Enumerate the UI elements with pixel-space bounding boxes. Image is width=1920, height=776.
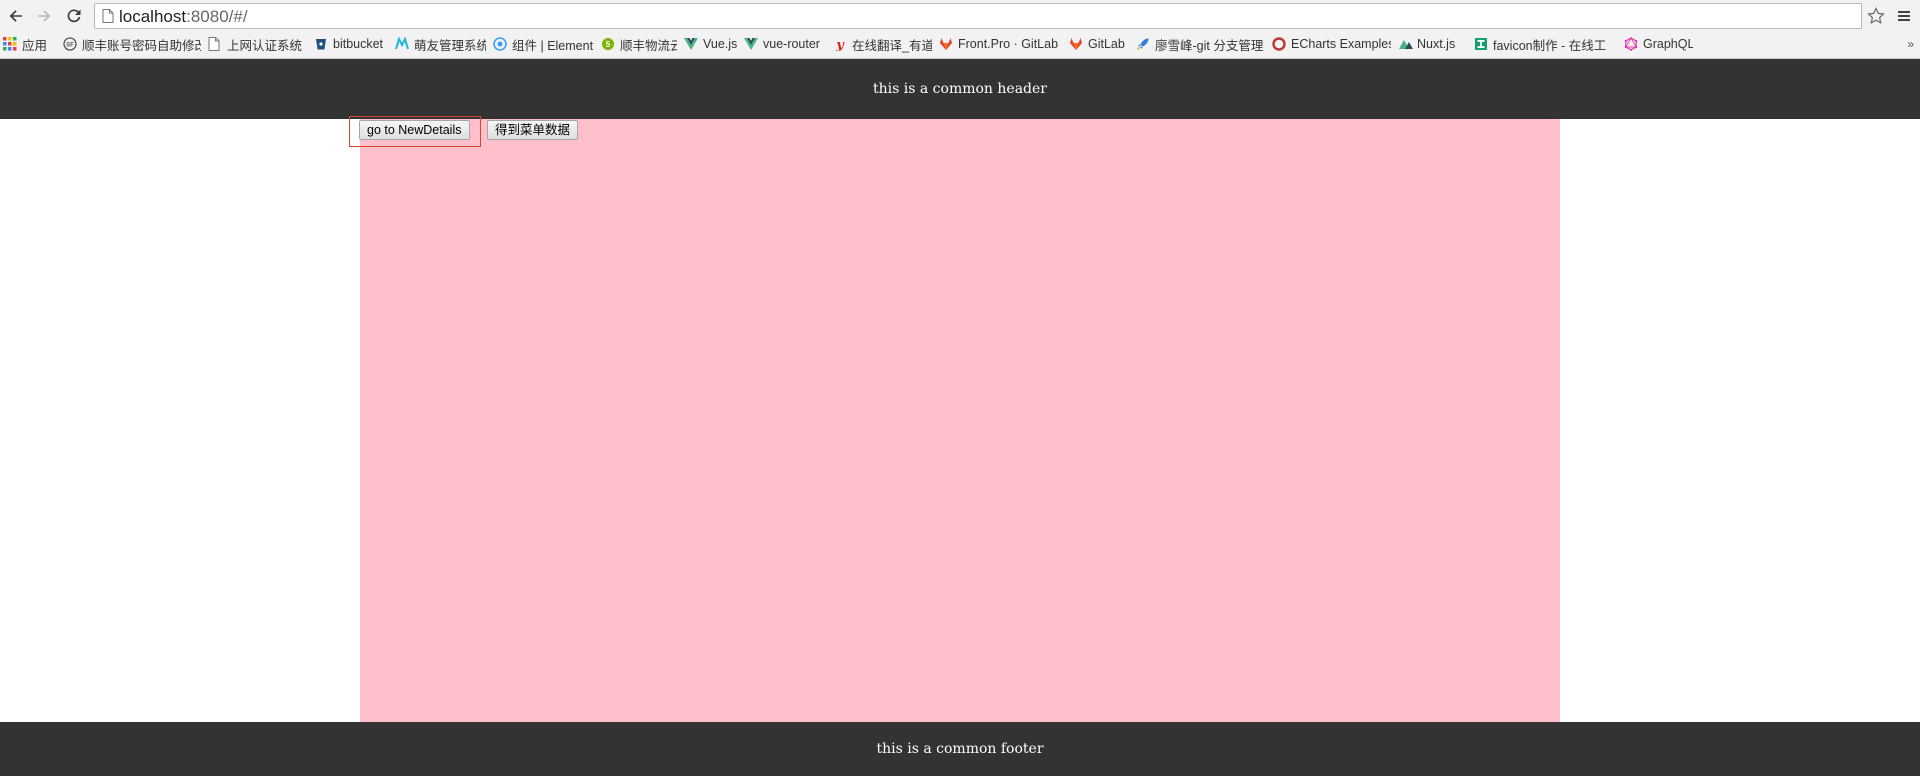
bookmark-label: 应用 [22,38,48,53]
bookmark-label: 上网认证系统 [227,38,303,53]
bookmark-item[interactable]: Vue.js [681,34,741,54]
vue-icon [684,37,698,51]
bookmark-item[interactable]: 组件 | Element [490,34,598,54]
reload-button[interactable] [62,4,86,28]
rocket-icon [1136,37,1150,51]
back-button[interactable] [4,4,28,28]
graphql-icon [1624,37,1638,51]
bookmark-item[interactable]: favicon制作 - 在线工 [1471,34,1621,54]
get-menu-data-button[interactable]: 得到菜单数据 [487,120,579,140]
bookmark-item[interactable]: 上网认证系统 [205,34,311,54]
page-icon [102,9,114,23]
favicon-tool-icon [1474,37,1488,51]
bookmark-label: bitbucket [333,37,384,51]
browser-chrome: localhost:8080/#/ 应用 SF 顺丰账号密码自助修改 上网认证系统 bi… [0,0,1920,59]
element-icon [493,37,507,51]
bookmark-item[interactable]: 应用 [0,34,60,54]
url-path: :8080/#/ [186,7,248,26]
bookmark-label: 萌友管理系统 [414,38,486,53]
bookmark-label: GitLab [1088,37,1125,51]
bookmark-label: 顺丰物流云 [620,38,677,53]
bookmark-label: 廖雪峰-git 分支管理 [1155,38,1264,53]
nuxt-icon [1398,37,1413,51]
address-bar-url: localhost:8080/#/ [119,7,248,27]
bookmark-item[interactable]: Front.Pro · GitLab [936,34,1066,54]
svg-text:5: 5 [606,40,611,49]
bookmark-label: favicon制作 - 在线工 [1493,38,1607,53]
arrow-left-icon [9,10,22,22]
youdao-icon: y [833,37,847,53]
bookmark-item[interactable]: 廖雪峰-git 分支管理 [1133,34,1269,54]
bitbucket-icon [314,37,328,51]
star-icon [1867,7,1885,24]
bookmark-item[interactable]: bitbucket [311,34,392,54]
content-area [360,119,1560,722]
bookmark-label: 顺丰账号密码自助修改 [82,38,201,53]
bookmark-item[interactable]: SF 顺丰账号密码自助修改 [60,34,205,54]
bookmark-label: Front.Pro · GitLab [958,37,1059,51]
bookmark-item[interactable]: Nuxt.js [1395,34,1471,54]
sf-cloud-icon: 5 [601,37,615,51]
bookmarks-bar: 应用 SF 顺丰账号密码自助修改 上网认证系统 bitbucket 萌友管理系统 组件 | … [0,33,1920,55]
hamburger-menu-icon [1898,11,1910,21]
svg-text:SF: SF [66,43,74,49]
forward-button[interactable] [32,4,56,28]
browser-menu-button[interactable] [1892,4,1916,28]
m-logo-icon [395,36,409,51]
bookmark-label: 在线翻译_有道 [852,38,932,53]
bookmark-label: Vue.js [703,37,737,51]
bookmark-label: 组件 | Element [512,38,594,53]
browser-toolbar: localhost:8080/#/ [0,0,1920,32]
gitlab-icon [939,37,953,51]
bookmarks-overflow-button[interactable]: » [1907,37,1914,51]
bookmark-item[interactable]: y 在线翻译_有道 [830,34,936,54]
bookmark-star-button[interactable] [1864,4,1888,28]
vue-icon [744,37,758,51]
footer-text: this is a common footer [876,741,1044,757]
bookmark-item[interactable]: 萌友管理系统 [392,34,490,54]
url-host: localhost [119,7,187,26]
bookmark-item[interactable]: GitLab [1066,34,1133,54]
arrow-right-icon [38,10,51,22]
bookmark-item[interactable]: 5 顺丰物流云 [598,34,681,54]
reload-icon [67,9,81,23]
echarts-icon [1272,37,1286,51]
page-icon [208,37,222,51]
header-text: this is a common header [873,81,1047,97]
svg-text:y: y [835,38,845,51]
bookmark-label: Nuxt.js [1417,37,1456,51]
address-bar[interactable]: localhost:8080/#/ [94,3,1862,29]
go-to-newdetails-button[interactable]: go to NewDetails [359,120,470,140]
gitlab-icon [1069,37,1083,51]
app-footer: this is a common footer [0,722,1920,776]
bookmark-item[interactable]: vue-router [741,34,830,54]
bookmark-item[interactable]: ECharts Examples [1269,34,1395,54]
sf-icon: SF [63,37,77,51]
bookmark-label: ECharts Examples [1291,37,1391,51]
bookmark-item[interactable]: GraphQL [1621,34,1697,54]
app-header: this is a common header [0,59,1920,119]
bookmark-label: vue-router [763,37,820,51]
apps-grid-icon [3,37,17,51]
bookmark-label: GraphQL [1643,37,1693,51]
